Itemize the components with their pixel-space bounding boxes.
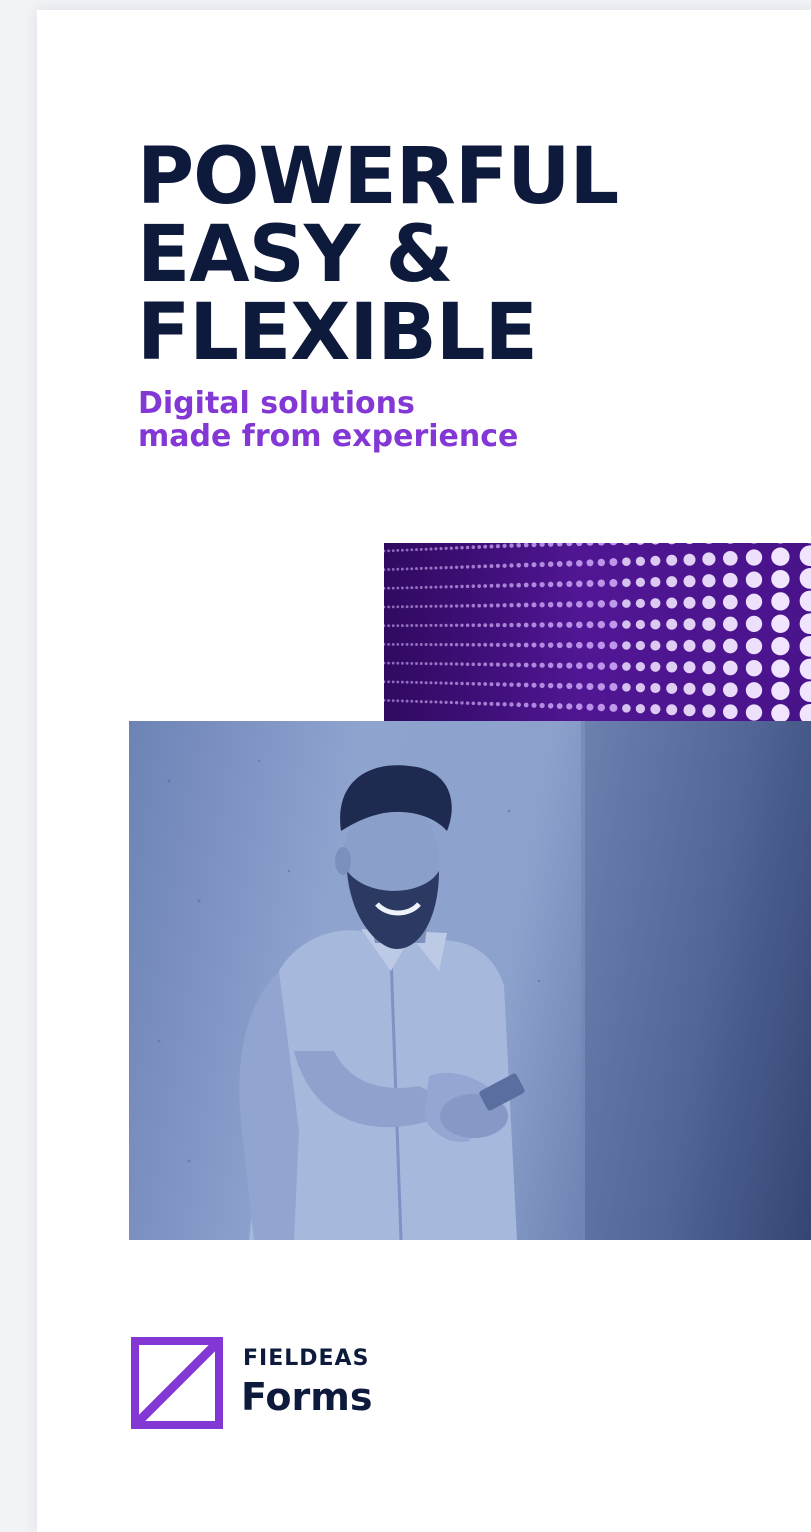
headline-line-2: EASY & [137,210,453,300]
headline-line-1: POWERFUL [137,132,619,222]
brochure-cover: POWERFUL EASY & FLEXIBLE Digital solutio… [37,10,811,1532]
led-dot-matrix-image [384,543,811,721]
fieldeas-forms-logo: FIELDEAS Forms [131,1337,411,1429]
subheadline-line-2: made from experience [138,419,519,454]
headline-line-3: FLEXIBLE [137,288,538,378]
subheadline-line-1: Digital solutions [138,386,415,421]
subheadline: Digital solutions made from experience [138,387,518,453]
led-dots-graphic [384,543,811,721]
logo-brand-text: FIELDEAS [243,1346,370,1371]
logo-product-text: Forms [241,1375,373,1419]
headline: POWERFUL EASY & FLEXIBLE [137,132,619,378]
photo-illustration [157,721,811,1240]
logo-mark-icon [131,1337,223,1429]
man-with-phone-photo [129,721,811,1240]
